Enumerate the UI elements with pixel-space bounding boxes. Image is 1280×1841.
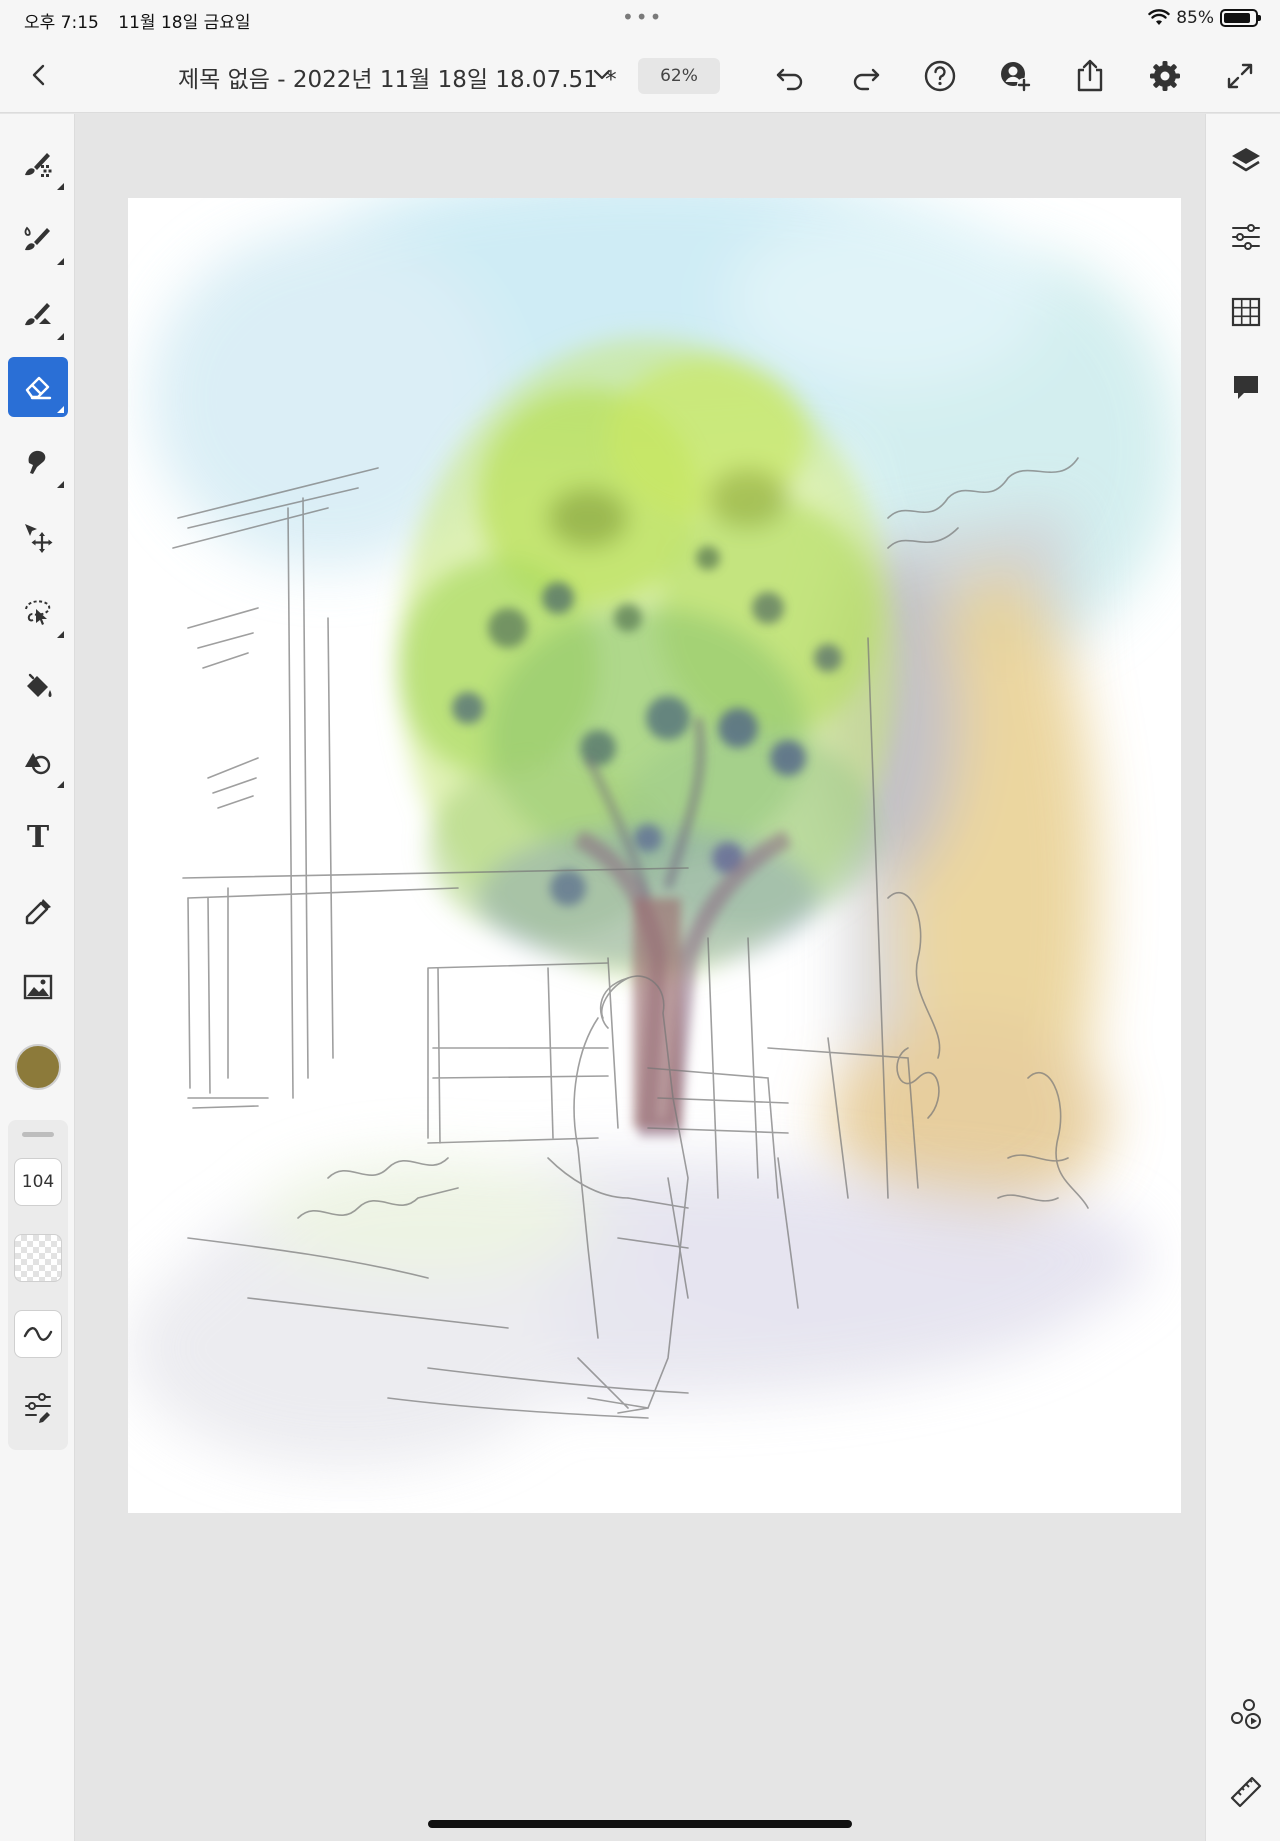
pixel-brush-tool[interactable]	[8, 134, 68, 194]
drawing-canvas[interactable]	[128, 198, 1181, 1513]
brush-flow-control[interactable]	[14, 1310, 62, 1358]
brush-opacity-control[interactable]	[14, 1234, 62, 1282]
artwork	[128, 198, 1178, 1468]
eraser-icon	[25, 376, 52, 400]
back-icon[interactable]	[24, 60, 54, 90]
fullscreen-icon[interactable]	[1222, 58, 1258, 94]
live-brush-icon	[24, 226, 50, 251]
layers-icon[interactable]	[1228, 144, 1264, 180]
live-brush-tool[interactable]	[8, 209, 68, 269]
vector-brush-icon	[25, 303, 51, 326]
multitasking-dots-icon[interactable]: •••	[622, 7, 663, 27]
status-bar: 오후 7:15 11월 18일 금요일 ••• 85%	[0, 0, 1280, 38]
fill-tool[interactable]	[8, 657, 68, 717]
invite-icon[interactable]	[997, 58, 1033, 94]
right-panel	[1205, 114, 1280, 1841]
image-tool[interactable]	[8, 957, 68, 1017]
status-date: 11월 18일 금요일	[118, 13, 251, 33]
smudge-icon	[28, 450, 46, 474]
selection-tool[interactable]	[8, 582, 68, 642]
brush-settings-group: 104	[8, 1120, 68, 1450]
eyedropper-tool[interactable]	[8, 882, 68, 942]
document-title[interactable]: 제목 없음 - 2022년 11월 18일 18.07.51 *	[178, 60, 617, 94]
redo-icon[interactable]	[848, 58, 884, 94]
color-picker-swatch[interactable]	[15, 1044, 61, 1090]
eraser-tool[interactable]	[8, 357, 68, 417]
transform-tool[interactable]	[8, 507, 68, 567]
battery-level	[1224, 13, 1250, 23]
chevron-down-icon[interactable]	[590, 62, 614, 86]
transform-icon	[25, 524, 53, 553]
drag-handle[interactable]	[22, 1132, 54, 1137]
shape-tool[interactable]	[8, 732, 68, 792]
wave-icon	[23, 1327, 53, 1341]
zoom-level[interactable]: 62%	[638, 58, 720, 94]
ruler-icon[interactable]	[1228, 1774, 1264, 1810]
lasso-selection-icon	[25, 600, 51, 625]
help-icon[interactable]	[922, 58, 958, 94]
status-time: 오후 7:15	[24, 13, 99, 33]
paint-bucket-icon	[27, 673, 52, 697]
brush-settings-icon[interactable]	[20, 1388, 56, 1424]
adjustments-icon[interactable]	[1228, 219, 1264, 255]
pixel-brush-icon	[25, 153, 52, 177]
text-tool[interactable]: T	[8, 807, 68, 867]
shape-icon	[25, 753, 51, 775]
smudge-tool[interactable]	[8, 432, 68, 492]
brush-size-control[interactable]: 104	[14, 1158, 62, 1206]
comments-icon[interactable]	[1228, 369, 1264, 405]
top-toolbar: 제목 없음 - 2022년 11월 18일 18.07.51 * 62%	[0, 38, 1280, 113]
wifi-icon	[1148, 9, 1170, 25]
vector-brush-tool[interactable]	[8, 284, 68, 344]
image-icon	[23, 974, 53, 1000]
home-indicator[interactable]	[428, 1820, 852, 1828]
grid-icon[interactable]	[1228, 294, 1264, 330]
share-icon[interactable]	[1072, 58, 1108, 94]
text-tool-icon: T	[26, 819, 50, 855]
eyedropper-icon	[25, 899, 51, 925]
livestream-icon[interactable]	[1228, 1696, 1264, 1732]
tools-panel: T 104	[0, 114, 75, 1841]
undo-icon[interactable]	[772, 58, 808, 94]
battery-icon	[1220, 9, 1261, 27]
settings-icon[interactable]	[1147, 58, 1183, 94]
battery-percent: 85%	[1176, 8, 1214, 28]
